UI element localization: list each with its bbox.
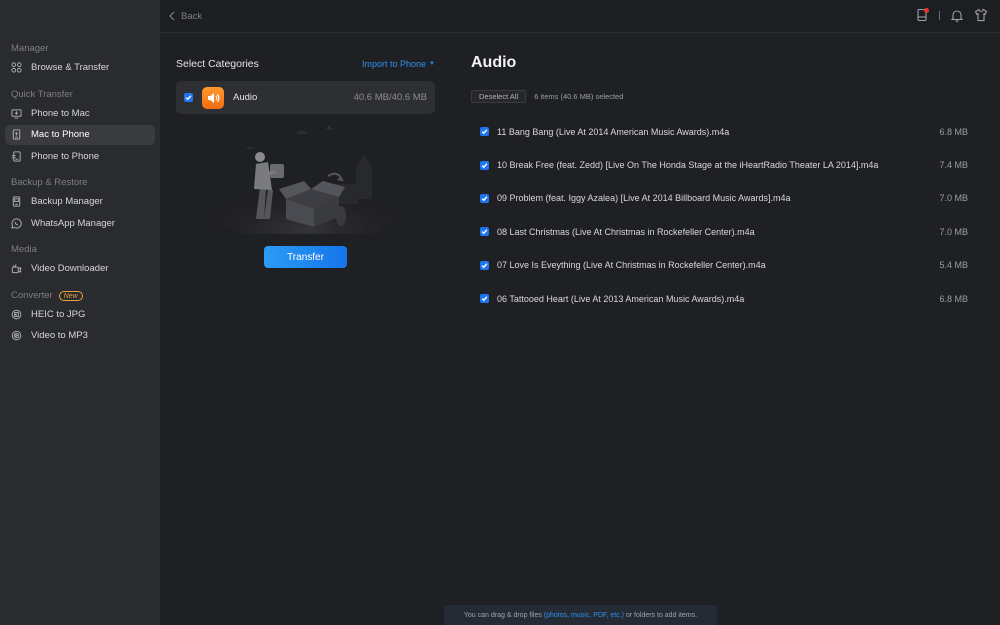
file-checkbox[interactable] [480, 227, 489, 237]
sidebar-item-video-downloader[interactable]: Video Downloader [5, 259, 155, 279]
panel-title: Audio [471, 54, 517, 71]
categories-panel: Select Categories Import to Phone ▼ Audi… [176, 33, 435, 268]
sidebar-item-label: Browse & Transfer [31, 62, 110, 74]
sidebar-item-heic-to-jpg[interactable]: HEIC to JPG [5, 305, 155, 325]
category-checkbox[interactable] [184, 93, 193, 102]
category-name: Audio [233, 92, 258, 103]
video-download-icon [11, 263, 22, 274]
file-name: 11 Bang Bang (Live At 2014 American Musi… [497, 126, 730, 137]
file-size: 6.8 MB [939, 293, 968, 304]
sidebar-item-video-to-mp3[interactable]: Video to MP3 [5, 326, 155, 346]
device-button[interactable] [915, 8, 929, 22]
sidebar-item-mac-to-phone[interactable]: Mac to Phone [5, 125, 155, 145]
file-checkbox[interactable] [480, 294, 489, 304]
sidebar-item-backup-manager[interactable]: Backup Manager [5, 192, 155, 212]
import-label: Import to Phone [362, 59, 427, 69]
file-name: 07 Love Is Eveything (Live At Christmas … [497, 260, 766, 271]
sidebar-item-label: Mac to Phone [31, 129, 90, 141]
section-title-backup-restore: Backup & Restore [11, 177, 88, 188]
back-button[interactable]: Back [168, 11, 202, 22]
notification-dot [924, 8, 929, 13]
file-checkbox[interactable] [480, 127, 489, 137]
deselect-all-button[interactable]: Deselect All [471, 90, 527, 103]
caret-down-icon: ▼ [429, 61, 435, 67]
top-bar: Back [160, 0, 1000, 33]
whatsapp-icon [11, 218, 22, 229]
sidebar-item-label: Video to MP3 [31, 330, 88, 342]
file-name: 06 Tattooed Heart (Live At 2013 American… [497, 293, 745, 304]
video-convert-icon [11, 330, 22, 341]
hint-prefix: You can drag & drop files [463, 611, 544, 619]
file-size: 7.4 MB [939, 160, 968, 171]
section-title-quick-transfer: Quick Transfer [11, 88, 73, 100]
main-area: Back Select Categories Import to Phone ▼ [160, 0, 1000, 625]
image-convert-icon [11, 309, 22, 320]
file-row[interactable]: 11 Bang Bang (Live At 2014 American Musi… [471, 115, 976, 148]
drag-drop-hint: You can drag & drop files (photos, music… [444, 605, 717, 625]
app-window: Manager Browse & Transfer Quick Transfer… [0, 0, 1000, 625]
sidebar-item-label: Backup Manager [31, 196, 103, 208]
file-row[interactable]: 07 Love Is Eveything (Live At Christmas … [471, 249, 976, 282]
file-row[interactable]: 09 Problem (feat. Iggy Azalea) [Live At … [471, 182, 976, 215]
backup-icon [11, 196, 22, 207]
transfer-button[interactable]: Transfer [264, 246, 347, 268]
select-categories-title: Select Categories [176, 58, 259, 70]
tshirt-icon[interactable] [974, 8, 988, 22]
category-size: 40.6 MB/40.6 MB [353, 92, 427, 103]
file-checkbox[interactable] [480, 260, 489, 270]
sidebar-item-browse-transfer[interactable]: Browse & Transfer [5, 58, 155, 78]
back-label: Back [181, 10, 203, 22]
file-list: 11 Bang Bang (Live At 2014 American Musi… [471, 115, 976, 315]
divider [939, 10, 940, 20]
sidebar-item-phone-to-phone[interactable]: Phone to Phone [5, 147, 155, 167]
import-to-phone-dropdown[interactable]: Import to Phone ▼ [362, 59, 435, 69]
monitor-download-icon [11, 108, 22, 119]
hint-suffix: or folders to add items. [623, 611, 698, 619]
file-name: 08 Last Christmas (Live At Christmas in … [497, 226, 755, 237]
selection-summary: 6 items (40.6 MB) selected [534, 92, 624, 101]
sidebar-item-label: Phone to Phone [31, 150, 100, 162]
transfer-illustration [210, 125, 401, 234]
sidebar-item-label: WhatsApp Manager [31, 217, 115, 229]
file-name: 09 Problem (feat. Iggy Azalea) [Live At … [497, 193, 791, 204]
bell-icon[interactable] [950, 8, 964, 22]
files-panel: Audio Deselect All 6 items (40.6 MB) sel… [471, 33, 976, 315]
file-row[interactable]: 06 Tattooed Heart (Live At 2013 American… [471, 282, 976, 315]
sidebar-item-label: HEIC to JPG [31, 308, 86, 320]
file-row[interactable]: 08 Last Christmas (Live At Christmas in … [471, 215, 976, 248]
hint-link[interactable]: (photos, music, PDF, etc.) [544, 612, 624, 619]
section-title-media: Media [11, 244, 37, 255]
section-title-manager: Manager [11, 43, 49, 54]
section-title-text: Converter [11, 289, 53, 301]
phone-upload-icon [11, 129, 22, 140]
top-icons [915, 8, 988, 22]
grid-icon [11, 62, 22, 73]
file-checkbox[interactable] [480, 160, 489, 170]
sidebar-item-whatsapp-manager[interactable]: WhatsApp Manager [5, 214, 155, 234]
speaker-icon [202, 86, 224, 109]
file-size: 7.0 MB [939, 193, 968, 204]
category-row-audio[interactable]: Audio 40.6 MB/40.6 MB [176, 81, 435, 114]
chevron-left-icon [169, 11, 175, 21]
file-checkbox[interactable] [480, 193, 489, 203]
sidebar-item-label: Phone to Mac [31, 107, 90, 119]
file-size: 5.4 MB [939, 260, 968, 271]
file-row[interactable]: 10 Break Free (feat. Zedd) [Live On The … [471, 148, 976, 181]
file-size: 6.8 MB [939, 126, 968, 137]
section-title-converter: Converter New [0, 289, 160, 303]
file-size: 7.0 MB [939, 226, 968, 237]
sidebar-item-phone-to-mac[interactable]: Phone to Mac [5, 104, 155, 124]
file-name: 10 Break Free (feat. Zedd) [Live On The … [497, 160, 879, 171]
sidebar: Manager Browse & Transfer Quick Transfer… [0, 0, 160, 625]
sidebar-item-label: Video Downloader [31, 263, 109, 275]
phone-transfer-icon [11, 151, 22, 162]
new-badge: New [58, 290, 83, 301]
